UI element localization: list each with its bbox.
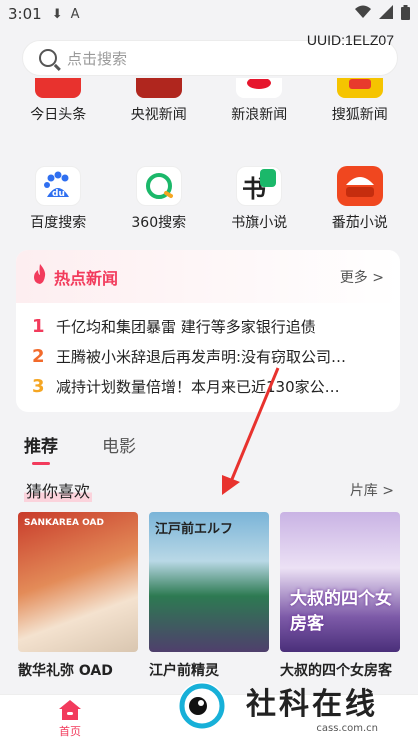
app-360-search[interactable]: 360搜索	[111, 166, 207, 232]
app-baidu-search[interactable]: du 百度搜索	[10, 166, 106, 232]
nav-home[interactable]: 首页	[48, 699, 92, 739]
content-tabs: 推荐 电影	[24, 432, 136, 465]
app-label: 番茄小说	[331, 215, 388, 231]
toutiao-icon	[35, 78, 82, 98]
app-label: 360搜索	[131, 215, 187, 231]
app-fanqie-novel[interactable]: 番茄小说	[312, 166, 408, 232]
cover-text: 江戸前エルフ	[155, 522, 234, 537]
app-sohu-news[interactable]: 搜狐新闻	[312, 78, 408, 124]
sina-news-icon	[236, 78, 283, 98]
watermark: 社科在线 cass.com.cn	[168, 672, 408, 740]
tomato-icon	[336, 166, 383, 206]
video-cover[interactable]: 江戸前エルフ	[149, 512, 269, 652]
guess-title: 猜你喜欢	[24, 478, 93, 502]
download-icon: ⬇	[51, 6, 63, 22]
guess-section-header: 猜你喜欢 片库 >	[24, 478, 394, 502]
app-toutiao[interactable]: 今日头条	[10, 78, 106, 124]
news-item[interactable]: 2 王腾被小米辞退后再发声明:没有窃取公司…	[32, 341, 384, 371]
a-notification-icon: A	[70, 6, 80, 22]
nav-home-label: 首页	[59, 725, 81, 738]
status-bar: 3:01 ⬇ A	[0, 0, 418, 28]
app-label: 书旗小说	[231, 215, 288, 231]
news-rank: 1	[32, 315, 45, 337]
app-sina-news[interactable]: 新浪新闻	[211, 78, 307, 124]
watermark-name: 社科在线	[246, 686, 378, 722]
cctv-news-icon	[135, 78, 182, 98]
app-cctv-news[interactable]: 央视新闻	[111, 78, 207, 124]
watermark-url: cass.com.cn	[316, 722, 378, 734]
app-label: 新浪新闻	[231, 107, 288, 123]
search-placeholder: 点击搜索	[67, 49, 128, 68]
more-link[interactable]: 更多 >	[340, 267, 384, 287]
app-label: 搜狐新闻	[331, 107, 388, 123]
library-link[interactable]: 片库 >	[350, 480, 394, 500]
video-cover[interactable]: SANKAREA OAD	[18, 512, 138, 652]
app-label: 央视新闻	[130, 107, 187, 123]
battery-icon	[401, 4, 410, 24]
news-item[interactable]: 1 千亿均和集团暴雷 建行等多家银行追债	[32, 311, 384, 341]
wifi-icon	[355, 5, 371, 23]
baidu-paw-icon: du	[35, 166, 82, 206]
uuid-label: UUID:1ELZ07	[306, 32, 394, 48]
hot-news-header: 热点新闻 更多 >	[16, 250, 400, 303]
home-icon	[59, 700, 81, 720]
watermark-logo	[178, 682, 226, 730]
news-text: 减持计划数量倍增！本月来已近130家公…	[56, 377, 340, 396]
news-rank: 2	[32, 345, 45, 367]
fire-icon	[32, 264, 48, 289]
search-icon	[39, 49, 57, 67]
video-cover[interactable]: 大叔的四个女房客	[280, 512, 400, 652]
app-label: 今日头条	[30, 107, 87, 123]
video-title: 散华礼弥 OAD	[18, 663, 113, 679]
sohu-news-icon	[336, 78, 383, 98]
app-label: 百度搜索	[30, 215, 87, 231]
svg-text:du: du	[52, 189, 65, 199]
cover-text: SANKAREA OAD	[24, 518, 104, 528]
360-search-icon	[135, 166, 182, 206]
tab-movies[interactable]: 电影	[102, 432, 136, 457]
tab-recommend[interactable]: 推荐	[24, 432, 58, 465]
recommend-cards: SANKAREA OAD 散华礼弥 OAD 江戸前エルフ 江户前精灵 大叔的四个…	[18, 512, 400, 680]
cover-text: 大叔的四个女房客	[290, 589, 392, 634]
shuqi-book-icon: 书	[236, 166, 283, 206]
hot-news-title: 热点新闻	[54, 268, 119, 288]
hot-news-card: 热点新闻 更多 > 1 千亿均和集团暴雷 建行等多家银行追债 2 王腾被小米辞退…	[16, 250, 400, 412]
app-grid-row-2: du 百度搜索 360搜索 书 书旗小说 番茄小说	[0, 166, 418, 232]
app-grid-row-1: 今日头条 央视新闻 新浪新闻 搜狐新闻	[0, 78, 418, 124]
news-text: 千亿均和集团暴雷 建行等多家银行追债	[56, 317, 316, 336]
video-card[interactable]: 大叔的四个女房客 大叔的四个女房客	[280, 512, 400, 680]
video-card[interactable]: 江戸前エルフ 江户前精灵	[149, 512, 269, 680]
news-text: 王腾被小米辞退后再发声明:没有窃取公司…	[56, 347, 347, 366]
news-rank: 3	[32, 375, 45, 397]
status-time: 3:01	[8, 5, 42, 23]
signal-icon	[379, 5, 393, 23]
video-card[interactable]: SANKAREA OAD 散华礼弥 OAD	[18, 512, 138, 680]
app-shuqi-novel[interactable]: 书 书旗小说	[211, 166, 307, 232]
news-item[interactable]: 3 减持计划数量倍增！本月来已近130家公…	[32, 371, 384, 401]
